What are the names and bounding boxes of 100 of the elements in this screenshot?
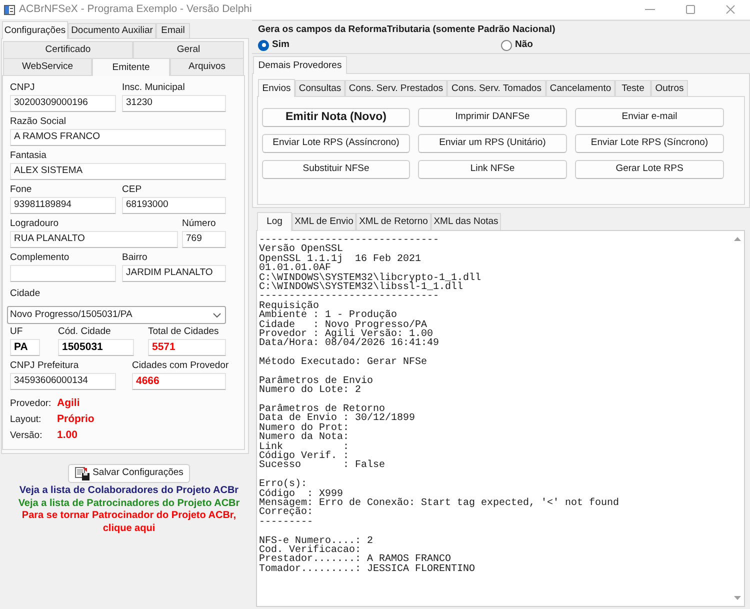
- city-dropdown[interactable]: Novo Progresso/1505031/PA: [7, 306, 226, 324]
- action-button[interactable]: Enviar e-mail: [575, 108, 724, 127]
- log-line: Código : X999: [259, 490, 344, 499]
- input-field[interactable]: 30200309000196: [10, 95, 116, 112]
- log-line: Cidade : Novo Progresso/PA: [259, 320, 428, 330]
- log-line: Ambiente : 1 - Produção: [259, 311, 398, 321]
- log-line: C:\WINDOWS\SYSTEM32\libcrypto-1_1.dll: [259, 274, 482, 283]
- tab[interactable]: XML das Notas: [431, 213, 501, 230]
- radio-button[interactable]: [258, 40, 269, 51]
- action-button[interactable]: Substituir NFSe: [262, 160, 410, 179]
- maximize-icon: [686, 5, 694, 14]
- chevron-down-icon: [213, 312, 221, 318]
- field-label: Total de Cidades: [148, 325, 219, 339]
- info-label: Provedor:: [10, 396, 52, 411]
- field-label: Razão Social: [10, 115, 66, 129]
- action-button[interactable]: Enviar um RPS (Unitário): [418, 134, 567, 153]
- tab[interactable]: Outros: [651, 80, 688, 96]
- radio-button[interactable]: [501, 40, 512, 51]
- log-line: 01.01.01.0AF: [259, 264, 332, 274]
- tab[interactable]: Log: [257, 212, 292, 231]
- tab[interactable]: Certificado: [3, 41, 133, 58]
- input-field[interactable]: 769: [182, 231, 226, 248]
- input-field[interactable]: 34593606000134: [10, 373, 116, 390]
- tab[interactable]: Configurações: [2, 21, 68, 39]
- log-line: Data/Hora: 08/04/2026 16:41:49: [259, 339, 440, 349]
- scroll-down-icon[interactable]: [734, 596, 741, 600]
- input-field[interactable]: 4666: [132, 373, 226, 390]
- log-line: Tomador.........: JESSICA FLORENTINO: [259, 564, 476, 574]
- tab[interactable]: XML de Envio: [292, 213, 356, 230]
- minimize-icon: [645, 9, 655, 10]
- action-button[interactable]: Emitir Nota (Novo): [262, 108, 410, 127]
- log-line: NFS-e Numero....: 2: [259, 536, 374, 546]
- tab[interactable]: XML de Retorno: [356, 213, 431, 230]
- tab[interactable]: Geral: [133, 41, 244, 58]
- action-button[interactable]: Gerar Lote RPS: [575, 160, 724, 179]
- log-line: C:\WINDOWS\SYSTEM32\libssl-1_1.dll: [259, 282, 464, 292]
- project-link[interactable]: Veja a lista de Colaboradores do Projeto ACBr: [19, 485, 239, 498]
- window-title: ACBrNFSeX - Programa Exemplo - Versão Delphi: [19, 2, 252, 17]
- tab[interactable]: WebService: [3, 58, 92, 75]
- log-line: Numero do Prot:: [259, 424, 350, 434]
- radio-label: Não: [515, 38, 533, 52]
- field-label: Cód. Cidade: [58, 325, 111, 339]
- action-button[interactable]: Enviar Lote RPS (Síncrono): [575, 134, 724, 153]
- tab[interactable]: Cons. Serv. Tomados: [447, 80, 546, 96]
- log-line: Método Executado: Gerar NFSe: [259, 358, 428, 368]
- project-link[interactable]: Veja a lista de Patrocinadores do Projeto ACBr: [18, 498, 240, 510]
- log-line: Numero do Lote: 2: [259, 386, 362, 396]
- save-settings-button[interactable]: Salvar Configurações: [68, 464, 190, 483]
- field-label: CEP: [122, 183, 142, 197]
- project-link[interactable]: Para se tornar Patrocinador do Projeto ACBr, clique aqui: [22, 510, 236, 535]
- tab[interactable]: Envios: [258, 79, 295, 97]
- field-label: UF: [10, 325, 23, 339]
- tab[interactable]: Cons. Serv. Prestados: [345, 80, 447, 96]
- input-field[interactable]: 93981189894: [10, 197, 116, 214]
- input-field[interactable]: A RAMOS FRANCO: [10, 129, 226, 146]
- log-line: Sucesso : False: [259, 461, 386, 471]
- tab[interactable]: Emitente: [92, 58, 170, 76]
- tab[interactable]: Consultas: [295, 80, 345, 96]
- tab[interactable]: Arquivos: [170, 58, 244, 75]
- field-label: Logradouro: [10, 217, 59, 231]
- info-label: Layout:: [10, 412, 42, 427]
- radio-label: Sim: [272, 38, 290, 52]
- tab[interactable]: Email: [156, 23, 190, 38]
- input-field[interactable]: RUA PLANALTO: [10, 231, 178, 248]
- group-title: Gera os campos da ReformaTributaria (somente Padrão Nacional): [258, 23, 556, 36]
- action-button[interactable]: Imprimir DANFSe: [418, 108, 567, 127]
- input-field[interactable]: [10, 265, 116, 282]
- log-line: Prestador.......: A RAMOS FRANCO: [259, 555, 452, 565]
- action-button[interactable]: Enviar Lote RPS (Assíncrono): [262, 134, 410, 153]
- log-line: Versão OpenSSL: [259, 245, 344, 255]
- tab[interactable]: Documento Auxiliar: [68, 23, 156, 38]
- action-button[interactable]: Link NFSe: [418, 160, 567, 179]
- log-line: Código Verif. :: [259, 452, 350, 462]
- input-field[interactable]: 31230: [122, 95, 226, 112]
- floppy-disk-icon: [74, 466, 90, 480]
- input-field[interactable]: ALEX SISTEMA: [10, 163, 226, 180]
- input-field[interactable]: PA: [10, 339, 40, 356]
- info-value: 1.00: [57, 428, 78, 444]
- field-label: CNPJ: [10, 81, 35, 95]
- field-label: Fone: [10, 183, 32, 197]
- input-field[interactable]: JARDIM PLANALTO: [122, 265, 226, 282]
- log-area[interactable]: [256, 230, 745, 607]
- input-field[interactable]: 68193000: [122, 197, 226, 214]
- log-line: OpenSSL 1.1.1j 16 Feb 2021: [259, 254, 422, 264]
- log-line: Data de Envio : 30/12/1899: [259, 414, 416, 424]
- field-label: Fantasia: [10, 149, 46, 163]
- tab[interactable]: Cancelamento: [546, 80, 615, 96]
- log-line: Erro(s):: [259, 480, 308, 490]
- field-label: Complemento: [10, 251, 70, 265]
- log-line: Correção:: [259, 508, 314, 518]
- field-label: Número: [182, 217, 216, 231]
- input-field[interactable]: 5571: [148, 339, 226, 356]
- input-field[interactable]: 1505031: [58, 339, 134, 356]
- info-value: Agili: [57, 396, 80, 412]
- app-icon: [4, 4, 15, 14]
- field-label: Insc. Municipal: [122, 81, 185, 95]
- scroll-up-icon[interactable]: [734, 237, 741, 241]
- log-line: Numero da Nota:: [259, 433, 350, 443]
- tab[interactable]: Demais Provedores: [253, 56, 347, 74]
- tab[interactable]: Teste: [615, 80, 651, 96]
